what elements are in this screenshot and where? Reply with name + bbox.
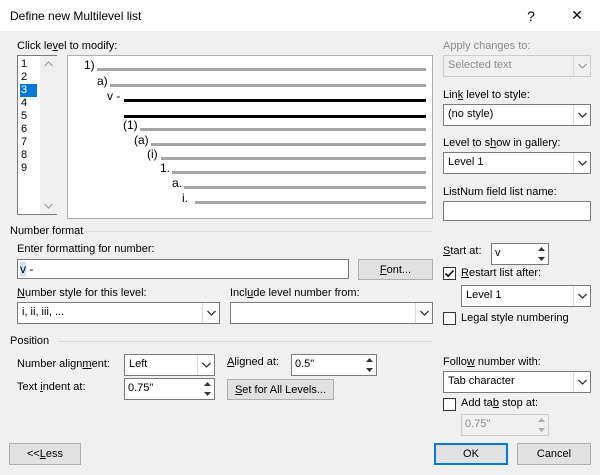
follow-number-label: Follow number with: <box>443 356 541 368</box>
preview-line <box>195 201 426 204</box>
legal-style-label: Legal style numbering <box>461 312 569 324</box>
close-icon: ✕ <box>571 7 583 23</box>
add-tab-stop-label: Add tab stop at: <box>461 397 539 409</box>
preview-line <box>110 84 426 87</box>
legal-style-checkbox[interactable] <box>443 312 456 325</box>
apply-changes-select: Selected text <box>443 55 591 77</box>
preview-line <box>172 171 426 174</box>
include-level-label: Include level number from: <box>230 287 360 299</box>
help-button[interactable]: ? <box>508 0 554 31</box>
apply-changes-label: Apply changes to: <box>443 40 531 52</box>
number-style-label: Number style for this level: <box>17 287 147 299</box>
help-icon: ? <box>527 7 535 24</box>
link-level-label: Link level to style: <box>443 89 530 101</box>
restart-list-checkbox[interactable] <box>443 267 456 280</box>
level-item[interactable]: 3 <box>20 84 37 97</box>
spin-down-icon <box>534 425 548 435</box>
preview-line <box>161 157 426 160</box>
cancel-button[interactable]: Cancel <box>517 443 591 465</box>
level-list[interactable]: 123456789 <box>17 55 57 215</box>
chevron-down-icon <box>573 56 590 76</box>
chevron-down-icon[interactable] <box>573 153 590 173</box>
spin-down-icon[interactable] <box>200 389 214 399</box>
font-button[interactable]: Font... <box>358 259 433 280</box>
preview-number: a) <box>97 74 108 88</box>
aligned-at-spinner[interactable]: 0.5" <box>291 354 377 376</box>
chevron-down-icon[interactable] <box>573 286 590 306</box>
preview-number: (i) <box>147 147 158 161</box>
level-list-scrollbar[interactable] <box>40 56 57 214</box>
text-indent-label: Text indent at: <box>17 381 86 393</box>
aligned-at-label: Aligned at: <box>227 356 279 368</box>
preview-line <box>124 115 426 118</box>
level-item[interactable]: 4 <box>20 97 37 110</box>
level-item[interactable]: 8 <box>20 149 37 162</box>
ok-button[interactable]: OK <box>434 443 508 465</box>
restart-after-select[interactable]: Level 1 <box>461 285 591 307</box>
preview-line <box>151 143 426 146</box>
number-alignment-select[interactable]: Left <box>124 354 215 376</box>
chevron-down-icon[interactable] <box>202 303 219 323</box>
preview-line <box>140 128 426 131</box>
number-format-section-label: Number format <box>10 225 84 237</box>
preview-line <box>97 68 426 71</box>
scroll-up-icon[interactable] <box>44 61 53 67</box>
spin-down-icon[interactable] <box>534 254 548 264</box>
number-alignment-label: Number alignment: <box>17 358 110 370</box>
restart-list-label: Restart list after: <box>461 267 542 279</box>
spin-up-icon[interactable] <box>362 355 376 365</box>
chevron-down-icon[interactable] <box>415 303 432 323</box>
preview-number: i. <box>182 191 188 205</box>
set-all-levels-button[interactable]: Set for All Levels... <box>227 379 334 400</box>
level-gallery-label: Level to show in gallery: <box>443 137 561 149</box>
tab-stop-spinner: 0.75" <box>461 414 549 436</box>
spin-down-icon[interactable] <box>362 365 376 375</box>
start-at-label: Start at: <box>443 245 482 257</box>
section-divider <box>84 231 433 232</box>
include-level-select[interactable] <box>230 302 433 324</box>
enter-formatting-label: Enter formatting for number: <box>17 243 155 255</box>
scroll-down-icon[interactable] <box>44 203 53 209</box>
add-tab-stop-checkbox[interactable] <box>443 398 456 411</box>
start-at-spinner[interactable]: v <box>491 243 549 265</box>
list-preview: 1) a) v - (1) (a) (i) 1. a. i. <box>67 55 433 219</box>
text-indent-spinner[interactable]: 0.75" <box>124 378 215 400</box>
formatting-input[interactable]: v - <box>17 259 349 279</box>
link-level-select[interactable]: (no style) <box>443 104 591 126</box>
preview-number: v - <box>107 89 121 103</box>
level-item[interactable]: 1 <box>20 58 37 71</box>
level-item[interactable]: 2 <box>20 71 37 84</box>
window-title: Define new Multilevel list <box>10 9 142 23</box>
listnum-input[interactable] <box>443 201 591 221</box>
chevron-down-icon[interactable] <box>573 372 590 392</box>
chevron-down-icon[interactable] <box>197 355 214 375</box>
level-item[interactable]: 9 <box>20 162 37 175</box>
level-item[interactable]: 6 <box>20 123 37 136</box>
spin-up-icon[interactable] <box>200 379 214 389</box>
spin-up-icon[interactable] <box>534 244 548 254</box>
level-item[interactable]: 7 <box>20 136 37 149</box>
checkmark-icon <box>444 269 455 278</box>
number-style-select[interactable]: i, ii, iii, ... <box>17 302 220 324</box>
spin-up-icon <box>534 415 548 425</box>
level-gallery-select[interactable]: Level 1 <box>443 152 591 174</box>
preview-number: (1) <box>123 118 138 132</box>
preview-number: a. <box>172 176 183 190</box>
listnum-label: ListNum field list name: <box>443 186 557 198</box>
position-section-label: Position <box>10 335 50 347</box>
less-button[interactable]: << Less <box>9 443 81 465</box>
preview-number: 1) <box>84 58 95 72</box>
follow-number-select[interactable]: Tab character <box>443 371 591 393</box>
level-item[interactable]: 5 <box>20 110 37 123</box>
preview-line <box>184 186 426 189</box>
preview-number: (a) <box>134 133 149 147</box>
section-divider <box>58 341 433 342</box>
level-list-label: Click level to modify: <box>17 40 118 52</box>
chevron-down-icon[interactable] <box>573 105 590 125</box>
preview-line <box>124 99 426 102</box>
close-button[interactable]: ✕ <box>554 0 600 31</box>
preview-number: 1. <box>160 161 171 175</box>
